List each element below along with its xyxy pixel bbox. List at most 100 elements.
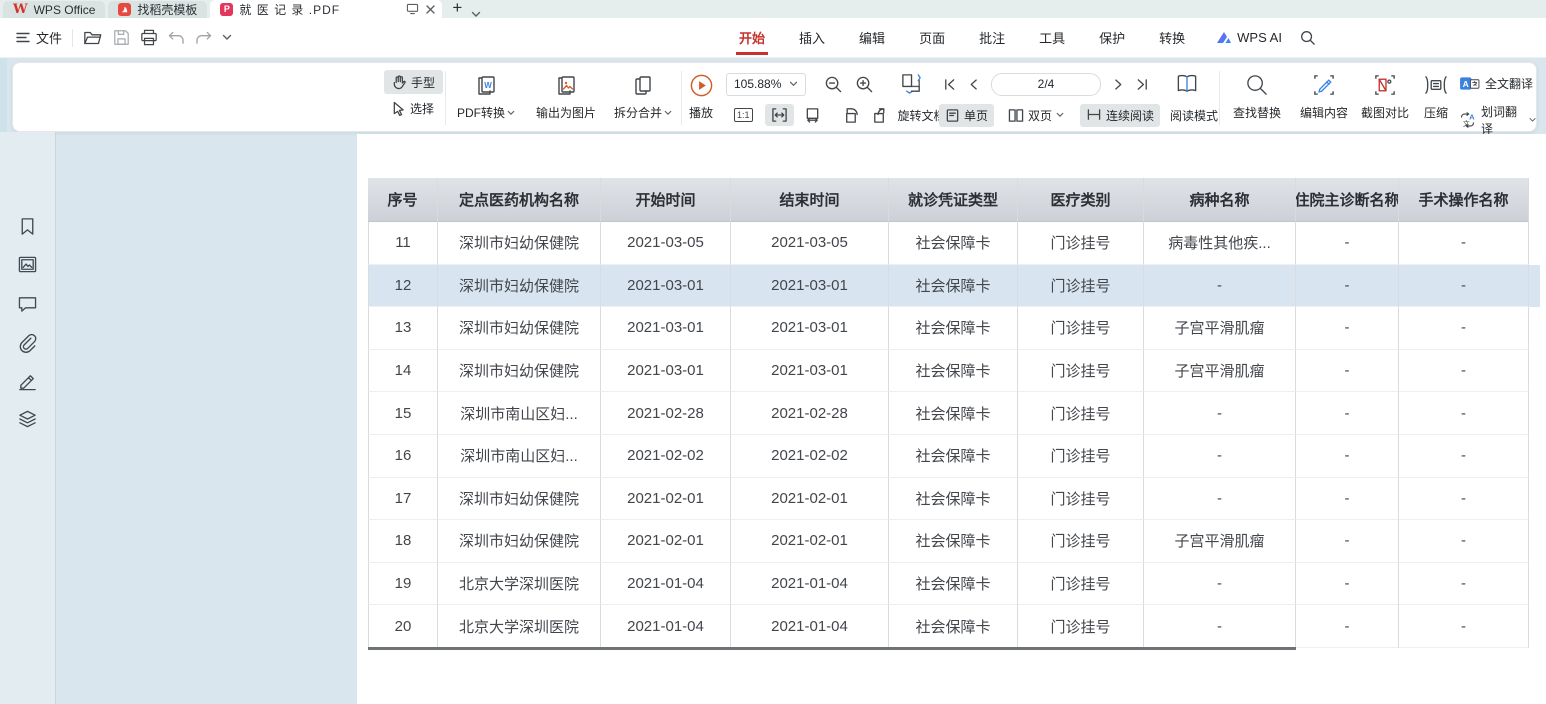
- cell-institution: 深圳市妇幼保健院: [438, 478, 601, 521]
- table-row[interactable]: 13 深圳市妇幼保健院 2021-03-01 2021-03-01 社会保障卡 …: [368, 307, 1540, 350]
- tab-document-pdf[interactable]: P 就 医 记 录 .PDF: [210, 0, 442, 18]
- ribbon-tab[interactable]: 工具: [1022, 18, 1082, 57]
- double-page-button[interactable]: 双页: [1002, 104, 1070, 127]
- ribbon-tab[interactable]: 页面: [902, 18, 962, 57]
- wps-ai-logo-icon: [1216, 31, 1232, 45]
- table-row[interactable]: 17 深圳市妇幼保健院 2021-02-01 2021-02-01 社会保障卡 …: [368, 478, 1540, 521]
- read-mode-label[interactable]: 阅读模式: [1170, 107, 1218, 124]
- layers-icon[interactable]: [17, 409, 38, 429]
- ribbon-tab[interactable]: 编辑: [842, 18, 902, 57]
- rotate-pages-icon[interactable]: [899, 72, 925, 96]
- single-page-button[interactable]: 单页: [939, 104, 994, 127]
- open-file-icon[interactable]: [83, 30, 103, 46]
- monitor-cast-icon[interactable]: [406, 3, 419, 15]
- table-row[interactable]: 18 深圳市妇幼保健院 2021-02-01 2021-02-01 社会保障卡 …: [368, 520, 1540, 563]
- page-indicator-input[interactable]: 2/4: [991, 73, 1101, 96]
- cell-institution: 深圳市南山区妇...: [438, 392, 601, 435]
- cell-surgery-name: -: [1399, 392, 1529, 435]
- actual-size-button[interactable]: 1:1: [730, 106, 757, 124]
- pdf-convert-button[interactable]: W PDF转换: [446, 69, 526, 127]
- new-tab-button[interactable]: +: [452, 0, 462, 18]
- tab-docer-templates[interactable]: 找稻壳模板: [108, 1, 207, 18]
- find-replace-button[interactable]: 查找替换: [1225, 69, 1289, 127]
- cell-institution: 深圳市妇幼保健院: [438, 520, 601, 563]
- first-page-icon[interactable]: [943, 78, 956, 91]
- rotate-left-icon[interactable]: [841, 106, 860, 124]
- prev-page-icon[interactable]: [969, 78, 978, 91]
- read-mode-icon[interactable]: [1174, 72, 1200, 96]
- cell-certificate-type: 社会保障卡: [889, 350, 1018, 393]
- table-row[interactable]: 20 北京大学深圳医院 2021-01-04 2021-01-04 社会保障卡 …: [368, 605, 1540, 648]
- navigation-sidebar: [0, 132, 56, 704]
- next-page-icon[interactable]: [1114, 78, 1123, 91]
- cell-start-date: 2021-01-04: [601, 605, 731, 648]
- cell-end-date: 2021-02-01: [731, 520, 889, 563]
- cell-diagnosis-name: -: [1296, 563, 1399, 606]
- table-row[interactable]: 14 深圳市妇幼保健院 2021-03-01 2021-03-01 社会保障卡 …: [368, 350, 1540, 393]
- table-header-cell: 手术操作名称: [1399, 178, 1529, 222]
- cell-end-date: 2021-01-04: [731, 563, 889, 606]
- full-translate-button[interactable]: A 全文翻译: [1459, 75, 1533, 92]
- ribbon-tab[interactable]: 批注: [962, 18, 1022, 57]
- cell-disease-name: -: [1144, 435, 1296, 478]
- single-page-icon: [945, 108, 960, 123]
- word-translate-button[interactable]: 文A 划词翻译: [1459, 103, 1536, 137]
- quick-access-chevron-icon[interactable]: [222, 34, 232, 41]
- cell-end-date: 2021-02-01: [731, 478, 889, 521]
- zoom-level-select[interactable]: 105.88%: [726, 73, 806, 96]
- table-header-cell: 结束时间: [731, 178, 889, 222]
- edit-content-button[interactable]: 编辑内容: [1292, 69, 1356, 127]
- cell-seq: 20: [368, 605, 438, 648]
- cell-medical-category: 门诊挂号: [1018, 563, 1144, 606]
- thumbnails-icon[interactable]: [17, 255, 38, 274]
- tab-wps-office[interactable]: W WPS Office: [3, 1, 105, 18]
- bookmarks-icon[interactable]: [17, 216, 38, 237]
- hand-tool-button[interactable]: 手型: [384, 70, 443, 94]
- table-row[interactable]: 11 深圳市妇幼保健院 2021-03-05 2021-03-05 社会保障卡 …: [368, 222, 1540, 265]
- redo-icon[interactable]: [195, 31, 212, 45]
- ribbon-tab[interactable]: 转换: [1142, 18, 1202, 57]
- fit-width-button[interactable]: [765, 104, 794, 126]
- continuous-read-button[interactable]: 连续阅读: [1080, 104, 1160, 127]
- table-header-cell: 病种名称: [1144, 178, 1296, 222]
- fit-page-button[interactable]: [798, 104, 827, 126]
- zoom-in-icon[interactable]: [855, 75, 874, 94]
- ribbon-tab[interactable]: 插入: [782, 18, 842, 57]
- comments-icon[interactable]: [17, 295, 38, 313]
- ribbon-tab[interactable]: 开始: [722, 18, 782, 57]
- cell-start-date: 2021-03-01: [601, 307, 731, 350]
- print-icon[interactable]: [140, 29, 158, 46]
- table-row[interactable]: 16 深圳市南山区妇... 2021-02-02 2021-02-02 社会保障…: [368, 435, 1540, 478]
- toolbar-panel: 手型 选择 W PDF转换 输出为图片 拆分合并 播放 105.88%: [12, 62, 1537, 132]
- file-menu[interactable]: 文件: [16, 28, 62, 47]
- cell-surgery-name: -: [1399, 265, 1529, 308]
- cell-disease-name: 子宫平滑肌瘤: [1144, 350, 1296, 393]
- export-image-button[interactable]: 输出为图片: [526, 69, 606, 127]
- select-tool-button[interactable]: 选择: [384, 96, 442, 120]
- table-row[interactable]: 12 深圳市妇幼保健院 2021-03-01 2021-03-01 社会保障卡 …: [368, 265, 1540, 308]
- last-page-icon[interactable]: [1136, 78, 1149, 91]
- pdf-convert-icon: W: [473, 73, 499, 99]
- tab-list-chevron-icon[interactable]: [471, 11, 481, 18]
- play-label: 播放: [689, 104, 713, 121]
- attachments-icon[interactable]: [17, 333, 38, 353]
- cell-end-date: 2021-03-01: [731, 350, 889, 393]
- rotate-right-icon[interactable]: [870, 106, 889, 124]
- search-icon[interactable]: [1300, 30, 1316, 46]
- wps-ai-button[interactable]: WPS AI: [1216, 30, 1282, 45]
- signature-icon[interactable]: [17, 371, 38, 392]
- table-row[interactable]: 15 深圳市南山区妇... 2021-02-28 2021-02-28 社会保障…: [368, 392, 1540, 435]
- cell-medical-category: 门诊挂号: [1018, 435, 1144, 478]
- close-tab-icon[interactable]: [425, 4, 436, 15]
- zoom-out-icon[interactable]: [824, 75, 843, 94]
- compress-button[interactable]: 压缩: [1408, 69, 1464, 127]
- save-icon[interactable]: [113, 29, 130, 46]
- cell-medical-category: 门诊挂号: [1018, 392, 1144, 435]
- cell-surgery-name: -: [1399, 563, 1529, 606]
- cell-medical-category: 门诊挂号: [1018, 307, 1144, 350]
- cell-start-date: 2021-03-05: [601, 222, 731, 265]
- ribbon-tab[interactable]: 保护: [1082, 18, 1142, 57]
- svg-text:W: W: [484, 81, 492, 90]
- undo-icon[interactable]: [168, 31, 185, 45]
- table-row[interactable]: 19 北京大学深圳医院 2021-01-04 2021-01-04 社会保障卡 …: [368, 563, 1540, 606]
